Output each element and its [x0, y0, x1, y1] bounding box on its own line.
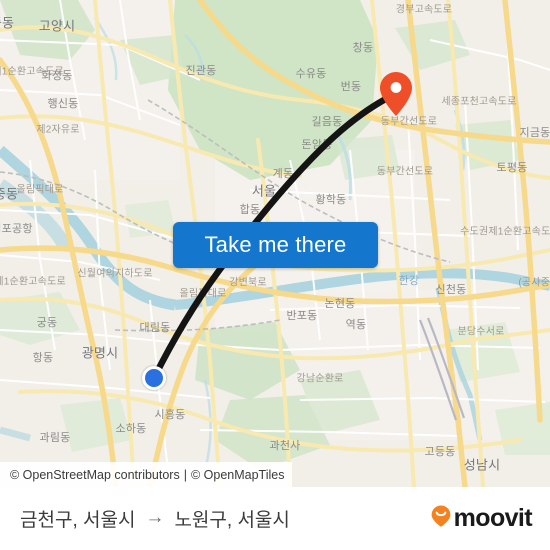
moovit-route-preview: 고양시중동화정동행신동제2자유로수도권제1순환고속도로진관동수유동창동번동길음동…	[0, 0, 550, 550]
arrow-right-icon: →	[145, 507, 165, 528]
destination-label: 노원구, 서울시	[174, 510, 290, 531]
attribution-osm[interactable]: © OpenStreetMap contributors	[10, 468, 180, 482]
map-canvas[interactable]: 고양시중동화정동행신동제2자유로수도권제1순환고속도로진관동수유동창동번동길음동…	[0, 0, 550, 487]
moovit-smiley-pin-icon	[430, 504, 452, 533]
origin-label: 금천구, 서울시	[20, 510, 136, 531]
moovit-logo[interactable]: moovit	[430, 504, 533, 533]
moovit-wordmark: moovit	[453, 504, 533, 532]
take-me-there-button[interactable]: Take me there	[173, 222, 378, 268]
destination-map-pin[interactable]	[379, 71, 413, 117]
footer-bar: 금천구, 서울시 → 노원구, 서울시 moovit	[0, 487, 550, 550]
origin-location-dot[interactable]	[142, 366, 166, 390]
attribution-separator: |	[183, 467, 187, 482]
map-attribution: © OpenStreetMap contributors | © OpenMap…	[0, 462, 293, 487]
attribution-openmaptiles[interactable]: © OpenMapTiles	[191, 468, 285, 482]
route-summary: 금천구, 서울시 → 노원구, 서울시	[20, 505, 290, 532]
